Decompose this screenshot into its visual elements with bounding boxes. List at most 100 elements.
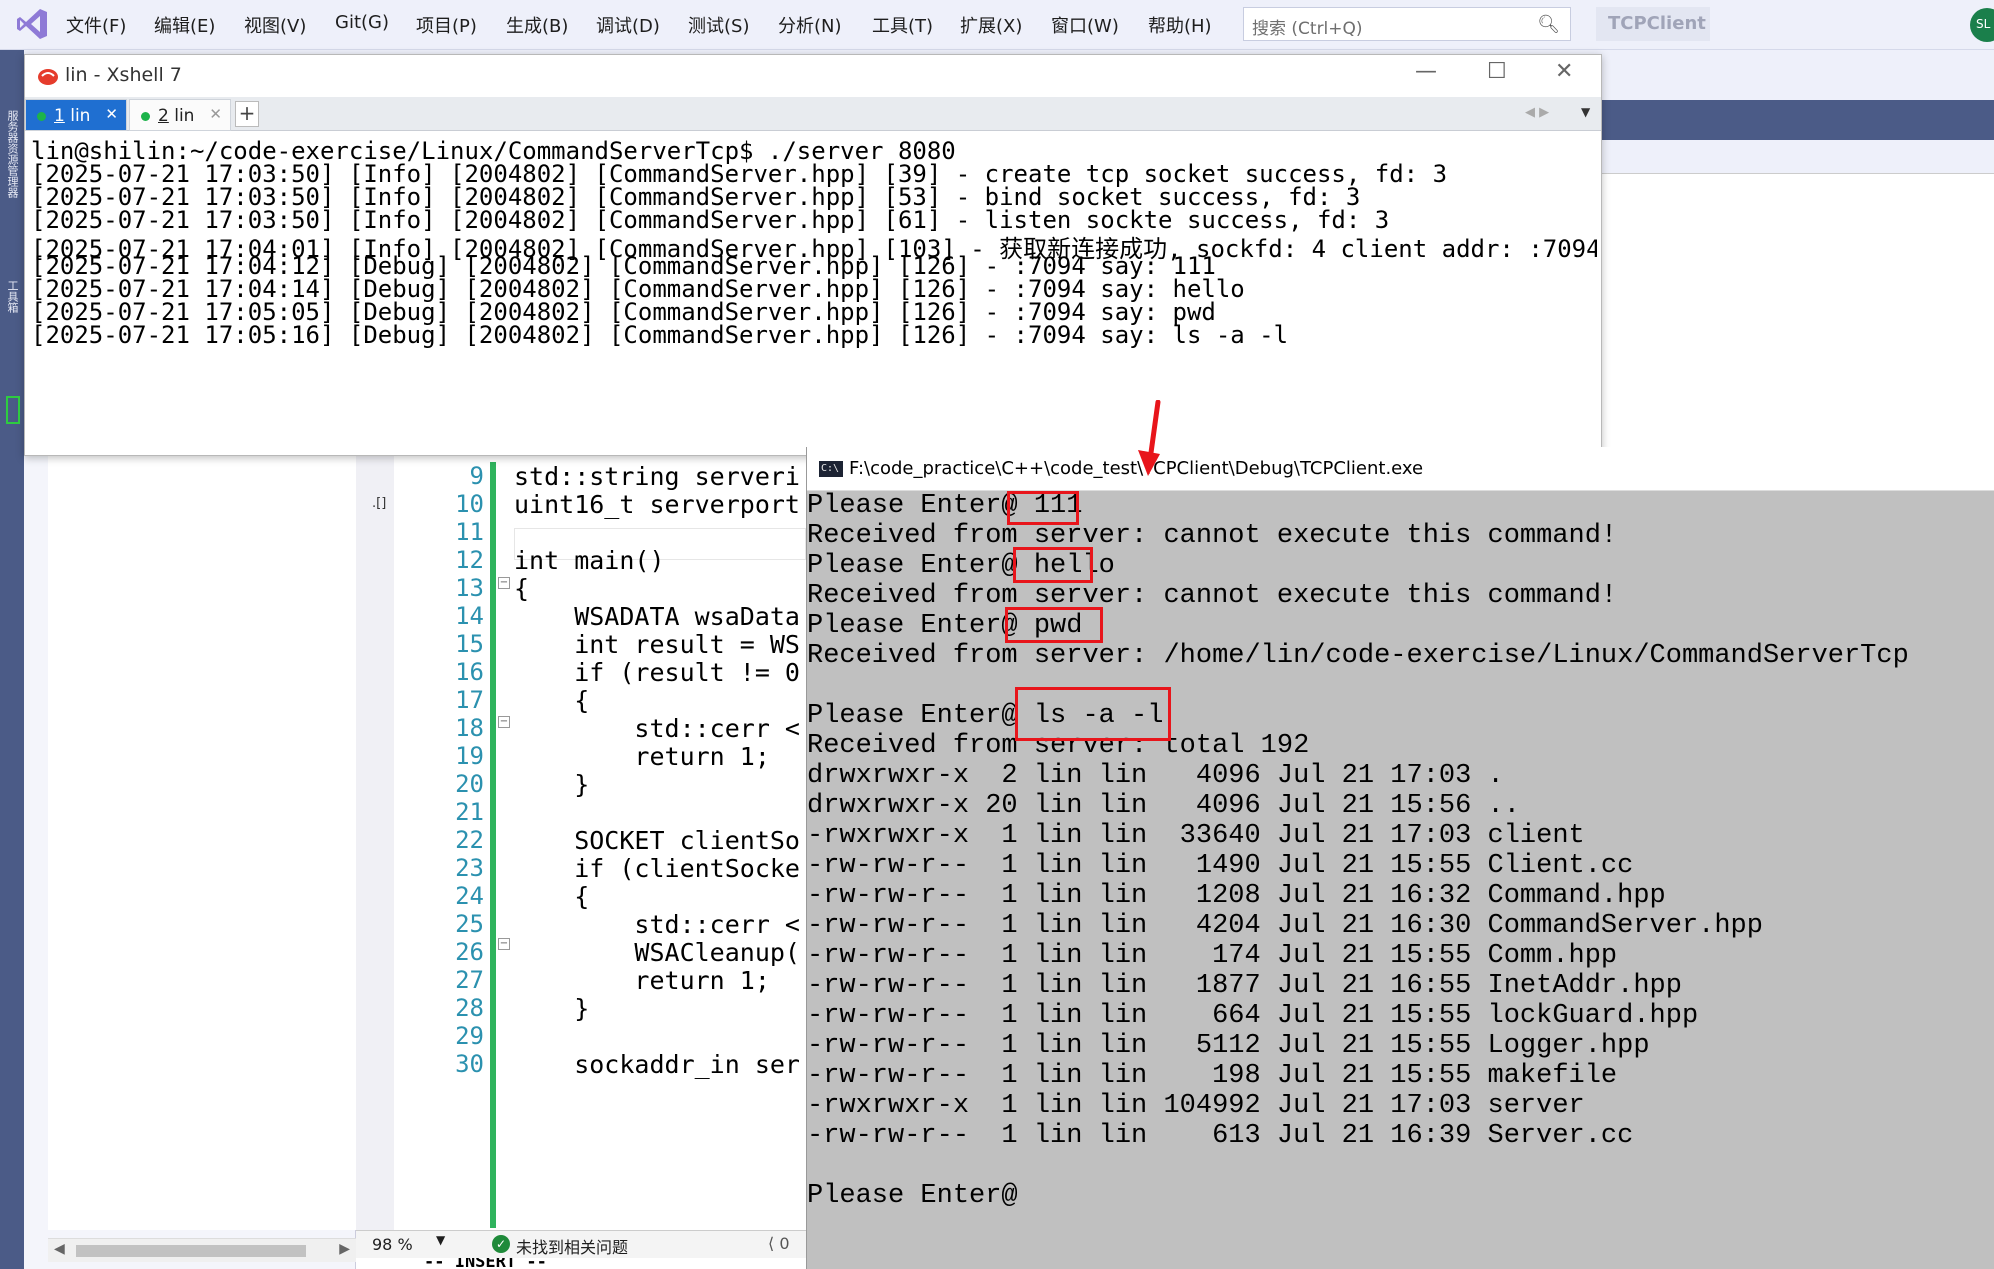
code-line[interactable]: if (result != 0 xyxy=(514,658,800,687)
highlight-box-hello xyxy=(1013,547,1093,583)
avatar[interactable]: SL xyxy=(1970,8,1994,42)
menu-tools[interactable]: 工具(T) xyxy=(872,12,933,38)
xshell-tab-bar: 1 lin ✕ 2 lin ✕ + xyxy=(25,97,1601,131)
code-line[interactable]: std::cerr < xyxy=(514,910,800,939)
connected-status-icon xyxy=(37,112,46,121)
code-line[interactable]: { xyxy=(514,686,589,715)
solution-name-badge: TCPClient xyxy=(1596,7,1710,41)
code-line[interactable]: int main() xyxy=(514,546,665,575)
console-line: -rw-rw-r-- 1 lin lin 5112 Jul 21 15:55 L… xyxy=(807,1031,1650,1061)
code-line[interactable]: int result = WS xyxy=(514,630,800,659)
cmd-title-bar[interactable]: C:\ F:\code_practice\C++\code_test\TCPCl… xyxy=(807,447,1994,491)
code-line[interactable]: SOCKET clientSo xyxy=(514,826,800,855)
minimize-icon[interactable]: — xyxy=(1415,59,1437,84)
xshell-terminal[interactable]: lin@shilin:~/code-exercise/Linux/Command… xyxy=(31,133,1597,453)
line-number: 27 xyxy=(455,966,484,994)
line-number: 20 xyxy=(455,770,484,798)
line-number: 26 xyxy=(455,938,484,966)
menu-edit[interactable]: 编辑(E) xyxy=(154,12,215,38)
xshell-title: lin - Xshell 7 xyxy=(65,64,182,86)
fold-collapse-icon[interactable]: − xyxy=(498,577,510,589)
fold-collapse-icon[interactable]: − xyxy=(498,938,510,950)
console-line: Please Enter@ xyxy=(807,1181,1018,1211)
zoom-dropdown-icon[interactable]: ▼ xyxy=(436,1233,445,1247)
menu-project[interactable]: 项目(P) xyxy=(416,12,477,38)
console-line: drwxrwxr-x 2 lin lin 4096 Jul 21 17:03 . xyxy=(807,761,1504,791)
line-number: 29 xyxy=(455,1022,484,1050)
console-line: -rw-rw-r-- 1 lin lin 1208 Jul 21 16:32 C… xyxy=(807,881,1666,911)
menu-help[interactable]: 帮助(H) xyxy=(1148,12,1212,38)
solution-tree xyxy=(48,450,356,1230)
toolbox-tab[interactable]: 工具箱 xyxy=(4,280,20,313)
code-line[interactable]: WSACleanup( xyxy=(514,938,800,967)
menu-git[interactable]: Git(G) xyxy=(335,12,389,33)
tab-number: 1 xyxy=(54,106,65,126)
menu-build[interactable]: 生成(B) xyxy=(506,12,568,38)
line-number: 12 xyxy=(455,546,484,574)
code-line[interactable]: std::string serveri xyxy=(514,462,800,491)
menu-test[interactable]: 测试(S) xyxy=(688,12,749,38)
code-line[interactable]: return 1; xyxy=(514,742,769,771)
zoom-level[interactable]: 98 % xyxy=(372,1235,413,1254)
vs-search-box[interactable]: 搜索 (Ctrl+Q) 🔍︎ xyxy=(1243,7,1571,41)
menu-extensions[interactable]: 扩展(X) xyxy=(960,12,1022,38)
highlight-box-pwd xyxy=(1005,607,1103,643)
tab-number: 2 xyxy=(158,106,169,126)
line-number: 24 xyxy=(455,882,484,910)
code-line[interactable]: { xyxy=(514,882,589,911)
search-icon[interactable]: 🔍︎ xyxy=(1537,14,1560,35)
maximize-icon[interactable]: ☐ xyxy=(1487,59,1507,84)
menu-window[interactable]: 窗口(W) xyxy=(1051,12,1119,38)
add-tab-plus-icon[interactable]: + xyxy=(235,101,259,127)
change-tracking-bar xyxy=(490,462,496,1228)
menu-analyze[interactable]: 分析(N) xyxy=(778,12,842,38)
code-line[interactable]: WSADATA wsaData xyxy=(514,602,800,631)
console-line: -rw-rw-r-- 1 lin lin 198 Jul 21 15:55 ma… xyxy=(807,1061,1618,1091)
editor-status-bar: 98 % ▼ ✓ 未找到相关问题 ⟨ 0 xyxy=(356,1230,806,1258)
tab-close-icon[interactable]: ✕ xyxy=(209,105,222,123)
tab-close-icon[interactable]: ✕ xyxy=(105,105,118,123)
line-number: 28 xyxy=(455,994,484,1022)
issues-status[interactable]: 未找到相关问题 xyxy=(516,1234,628,1258)
code-line[interactable]: if (clientSocke xyxy=(514,854,800,883)
menu-debug[interactable]: 调试(D) xyxy=(596,12,660,38)
solution-horizontal-scrollbar[interactable]: ◀ ▶ xyxy=(48,1238,356,1262)
tab-session-2[interactable]: 2 lin ✕ xyxy=(129,99,231,131)
tab-menu-chevron-down-icon[interactable]: ▼ xyxy=(1581,105,1590,119)
code-line[interactable]: sockaddr_in ser xyxy=(514,1050,800,1079)
server-explorer-tab[interactable]: 服务器资源管理器 xyxy=(4,110,20,198)
console-app-icon: C:\ xyxy=(819,461,843,477)
line-number: 15 xyxy=(455,630,484,658)
scroll-right-icon[interactable]: ▶ xyxy=(339,1241,350,1257)
line-number: 9 xyxy=(469,462,484,490)
xshell-title-bar[interactable]: lin - Xshell 7 — ☐ ✕ xyxy=(25,55,1601,97)
visual-studio-logo-icon[interactable] xyxy=(14,6,50,42)
line-number: 11 xyxy=(455,518,484,546)
line-number: 16 xyxy=(455,658,484,686)
pen-count[interactable]: ⟨ 0 xyxy=(768,1234,790,1253)
code-line[interactable]: std::cerr < xyxy=(514,714,800,743)
tab-scroll-arrows-icon[interactable]: ◀ ▶ xyxy=(1525,105,1549,120)
code-line[interactable]: uint16_t serverport xyxy=(514,490,800,519)
code-line[interactable]: } xyxy=(514,770,589,799)
menu-file[interactable]: 文件(F) xyxy=(66,12,126,38)
line-number: 19 xyxy=(455,742,484,770)
line-number: 21 xyxy=(455,798,484,826)
code-editor[interactable]: − − − 9 std::string serveri 10 uint16_t … xyxy=(394,450,806,1230)
code-line[interactable]: { xyxy=(514,574,529,603)
code-line[interactable]: return 1; xyxy=(514,966,769,995)
scrollbar-thumb[interactable] xyxy=(76,1245,306,1257)
close-icon[interactable]: ✕ xyxy=(1555,59,1573,84)
terminal-line: [2025-07-21 17:05:16] [Debug] [2004802] … xyxy=(31,321,1289,349)
tab-label: lin xyxy=(70,106,91,126)
line-number: 14 xyxy=(455,602,484,630)
scroll-left-icon[interactable]: ◀ xyxy=(54,1241,65,1257)
highlight-box-ls xyxy=(1015,687,1171,741)
code-line[interactable]: } xyxy=(514,994,589,1023)
line-number: 17 xyxy=(455,686,484,714)
tab-session-1[interactable]: 1 lin ✕ xyxy=(25,99,127,131)
menu-view[interactable]: 视图(V) xyxy=(244,12,306,38)
fold-collapse-icon[interactable]: − xyxy=(498,716,510,728)
highlight-box-111 xyxy=(1007,491,1079,525)
cmd-console-output[interactable]: Please Enter@ 111 Received from server: … xyxy=(807,491,1994,1269)
